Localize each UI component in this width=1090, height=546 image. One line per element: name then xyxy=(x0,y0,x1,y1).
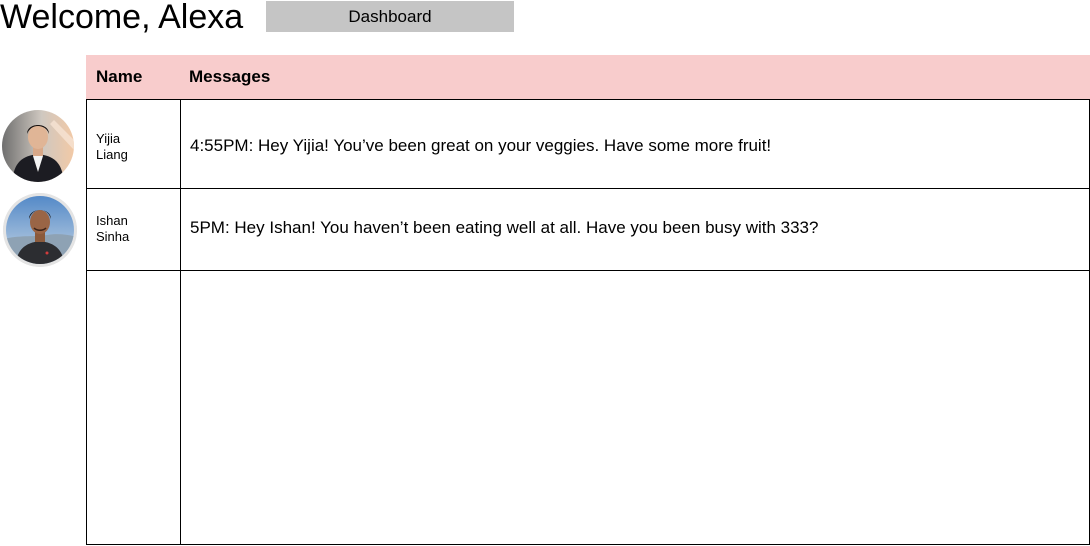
table-header: Name Messages xyxy=(86,55,1090,99)
empty-row xyxy=(181,271,1089,544)
first-name: Ishan xyxy=(96,213,128,228)
welcome-heading: Welcome, Alexa xyxy=(0,0,244,36)
dashboard-button[interactable]: Dashboard xyxy=(266,1,514,32)
first-name: Yijia xyxy=(96,131,121,146)
table-row-name[interactable]: Ishan Sinha xyxy=(96,213,176,245)
table-row-message[interactable]: 4:55PM: Hey Yijia! You’ve been great on … xyxy=(190,135,771,157)
avatar-ishan xyxy=(3,193,77,267)
table-row-message[interactable]: 5PM: Hey Ishan! You haven’t been eating … xyxy=(190,217,818,239)
table-body: Yijia Liang 4:55PM: Hey Yijia! You’ve be… xyxy=(86,99,1090,545)
messages-table: Name Messages Yijia Liang 4:55PM: Hey Yi… xyxy=(86,55,1090,545)
column-header-messages: Messages xyxy=(189,67,271,86)
column-header-name: Name xyxy=(96,67,143,86)
avatar-yijia xyxy=(2,110,74,182)
row-divider xyxy=(87,188,1089,189)
last-name: Liang xyxy=(96,147,128,162)
last-name: Sinha xyxy=(96,229,130,244)
table-row-name[interactable]: Yijia Liang xyxy=(96,131,176,163)
